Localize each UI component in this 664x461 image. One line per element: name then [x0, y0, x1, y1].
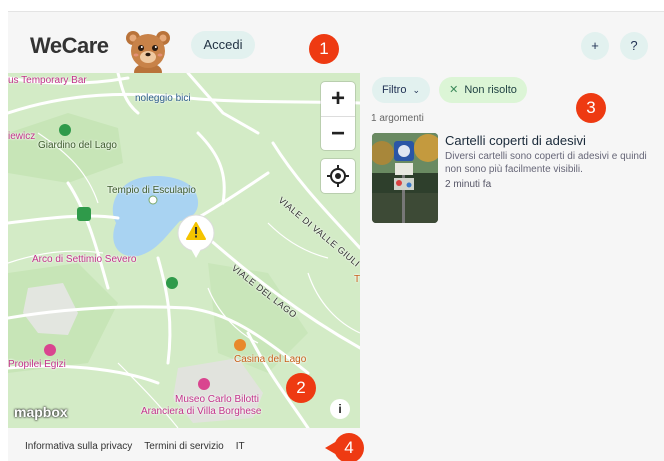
- map-label-museo: Museo Carlo Bilotti: [175, 394, 259, 405]
- map-label-bar: us Temporary Bar: [8, 75, 87, 86]
- locate-button[interactable]: [321, 159, 355, 193]
- item-timestamp: 2 minuti fa: [445, 179, 492, 190]
- map-label-casina: Casina del Lago: [234, 354, 307, 365]
- filter-label: Filtro: [382, 84, 407, 96]
- annotation-badge-2: 2: [286, 373, 316, 403]
- badge-4-pointer-icon: [325, 441, 337, 455]
- zoom-controls: + −: [321, 82, 355, 150]
- footer: Informativa sulla privacy Termini di ser…: [25, 441, 245, 452]
- zoom-in-button[interactable]: +: [321, 82, 355, 116]
- login-button[interactable]: Accedi: [191, 31, 255, 59]
- item-description: Diversi cartelli sono coperti di adesivi…: [445, 151, 647, 175]
- filter-bar: Filtro ⌄ ✕ Non risolto: [372, 77, 527, 103]
- add-report-button[interactable]: +: [581, 32, 609, 60]
- language-selector[interactable]: IT: [236, 441, 245, 452]
- locate-icon: [327, 165, 349, 187]
- list-item[interactable]: Cartelli coperti di adesivi Diversi cart…: [372, 133, 657, 223]
- window-top-edge: [0, 0, 664, 12]
- unresolved-label: Non risolto: [464, 84, 517, 96]
- map-label-edge: T: [354, 274, 360, 285]
- window-left-edge: [0, 0, 8, 461]
- item-title[interactable]: Cartelli coperti di adesivi: [445, 133, 586, 148]
- terms-link[interactable]: Termini di servizio: [144, 441, 223, 452]
- annotation-badge-1: 1: [309, 34, 339, 64]
- map-label-propilei: Propilei Egizi: [8, 359, 66, 370]
- map-label-iewicz: iewicz: [8, 131, 36, 142]
- unresolved-filter-chip[interactable]: ✕ Non risolto: [439, 77, 527, 103]
- map-label-arco: Arco di Settimio Severo: [32, 254, 137, 265]
- chevron-down-icon: ⌄: [412, 85, 421, 95]
- attribution-info-button[interactable]: i: [330, 399, 350, 419]
- map-label-noleggio: noleggio bici: [135, 93, 191, 104]
- mapbox-logo[interactable]: mapbox: [14, 404, 68, 420]
- report-thumbnail[interactable]: [372, 133, 438, 223]
- annotation-badge-3: 3: [576, 93, 606, 123]
- filter-dropdown[interactable]: Filtro ⌄: [372, 77, 431, 103]
- map-label-giardino: Giardino del Lago: [38, 140, 117, 151]
- zoom-out-button[interactable]: −: [321, 116, 355, 150]
- bear-mascot-icon: [126, 31, 170, 80]
- privacy-link[interactable]: Informativa sulla privacy: [25, 441, 132, 452]
- help-button[interactable]: ?: [620, 32, 648, 60]
- results-count: 1 argomenti: [371, 113, 424, 124]
- map-label-aranciera: Aranciera di Villa Borghese: [141, 406, 262, 417]
- app-logo[interactable]: WeCare: [30, 33, 109, 59]
- map-label-tempio: Tempio di Esculapio: [107, 185, 196, 196]
- annotation-badge-4: 4: [334, 433, 364, 461]
- close-icon[interactable]: ✕: [449, 84, 458, 96]
